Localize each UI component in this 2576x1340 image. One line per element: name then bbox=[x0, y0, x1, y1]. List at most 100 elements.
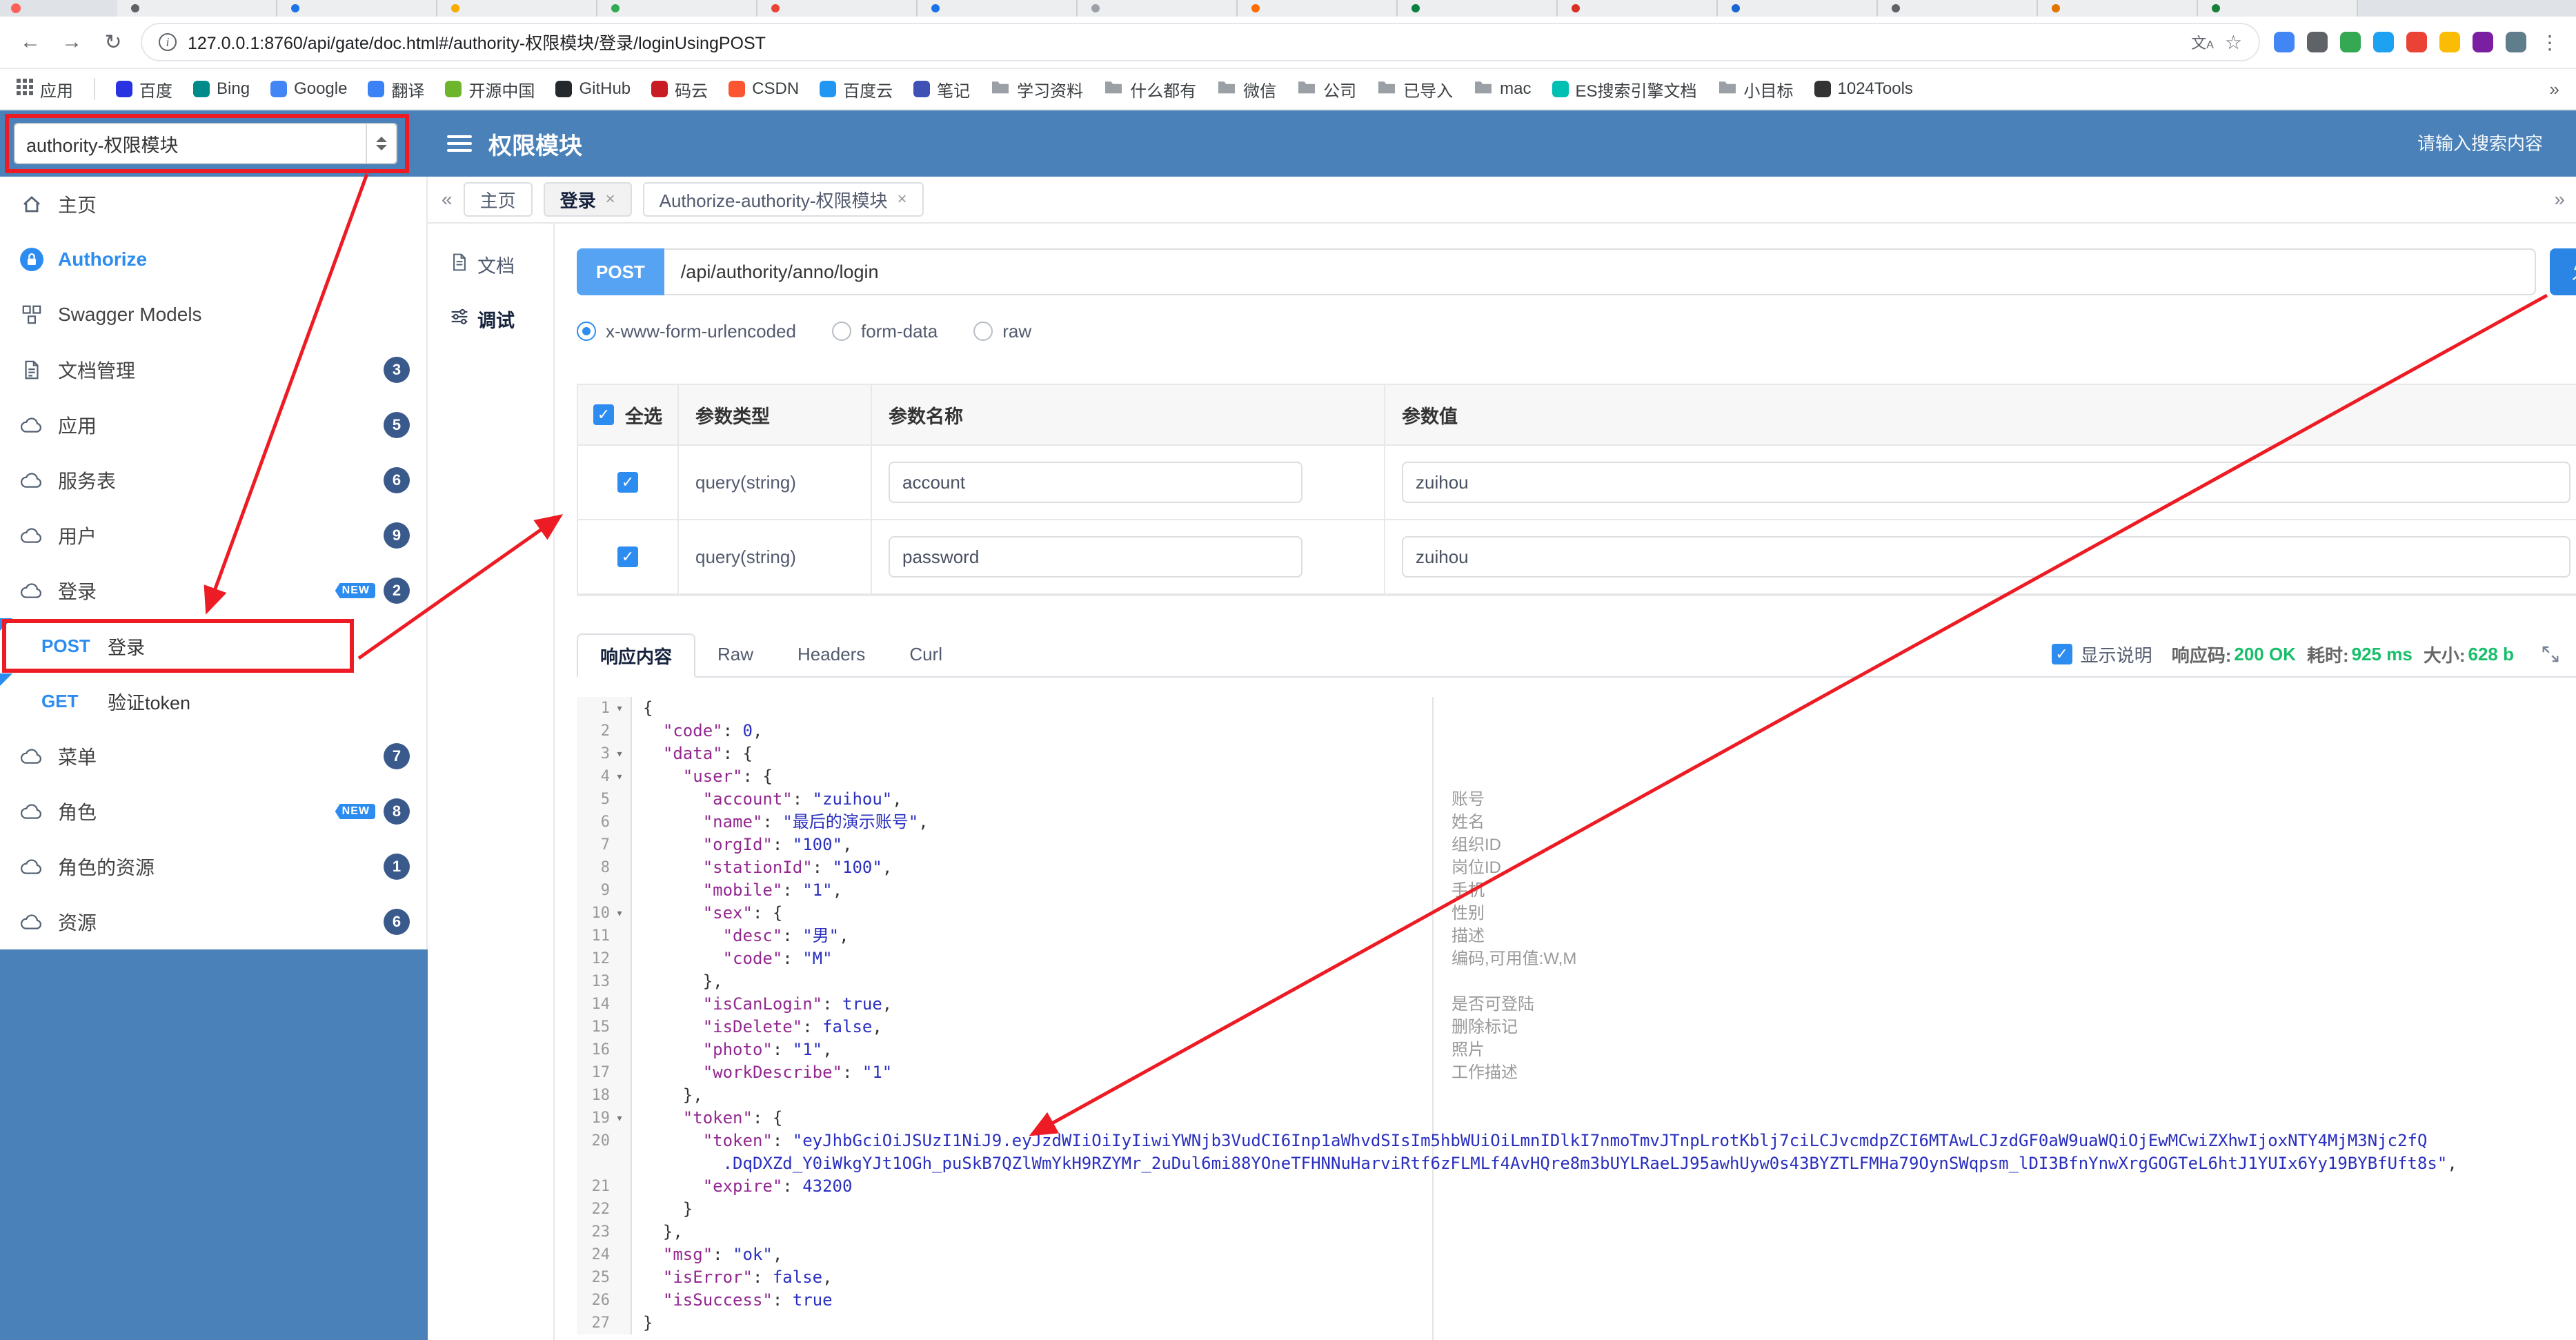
sidebar-item-应用[interactable]: 应用 5 bbox=[0, 397, 426, 453]
param-checkbox[interactable]: ✓ bbox=[617, 546, 638, 567]
param-value-input[interactable] bbox=[1402, 462, 2570, 503]
radio-icon[interactable] bbox=[577, 322, 596, 341]
fold-toggle-icon[interactable]: ▾ bbox=[610, 902, 629, 925]
extension-icon[interactable] bbox=[2373, 32, 2394, 52]
bookmark-item[interactable]: Bing bbox=[193, 79, 250, 99]
sidebar-item-角色[interactable]: 角色 NEW 8 bbox=[0, 784, 426, 839]
bookmark-item[interactable]: 学习资料 bbox=[991, 77, 1083, 101]
response-tab-Headers[interactable]: Headers bbox=[775, 632, 887, 676]
page-tab-登录[interactable]: 登录 × bbox=[543, 182, 632, 217]
extension-icon[interactable] bbox=[2406, 32, 2427, 52]
fullscreen-icon[interactable] bbox=[2542, 645, 2559, 663]
radio-icon[interactable] bbox=[973, 322, 993, 341]
browser-tab[interactable] bbox=[277, 0, 437, 17]
browser-tab[interactable] bbox=[1718, 0, 1878, 17]
browser-tab[interactable] bbox=[2198, 0, 2358, 17]
site-info-icon[interactable]: i bbox=[159, 33, 177, 51]
content-type-radio-raw[interactable]: raw bbox=[973, 321, 1031, 342]
bookmark-item[interactable]: 翻译 bbox=[368, 77, 424, 101]
close-tab-icon[interactable]: × bbox=[606, 190, 615, 209]
bookmark-item[interactable]: 1024Tools bbox=[1814, 79, 1913, 99]
bookmark-item[interactable]: ES搜索引擎文档 bbox=[1552, 77, 1697, 101]
extension-icon[interactable] bbox=[2506, 32, 2526, 52]
sidebar-item-用户[interactable]: 用户 9 bbox=[0, 508, 426, 563]
module-select[interactable]: authority-权限模块 bbox=[14, 123, 397, 164]
send-button[interactable]: 发送 bbox=[2550, 248, 2576, 295]
fold-toggle-icon[interactable]: ▾ bbox=[610, 742, 629, 765]
bookmark-item[interactable]: 开源中国 bbox=[445, 77, 535, 101]
tabs-scroll-left-icon[interactable]: « bbox=[442, 188, 453, 210]
bookmark-item[interactable]: 小目标 bbox=[1718, 77, 1794, 101]
bookmark-item[interactable]: 什么都有 bbox=[1104, 77, 1196, 101]
bookmark-item[interactable]: 码云 bbox=[651, 77, 708, 101]
close-tab-icon[interactable]: × bbox=[898, 190, 907, 209]
doc-nav-文档[interactable]: 文档 bbox=[450, 251, 553, 278]
window-close-icon[interactable] bbox=[11, 3, 21, 13]
extension-icon[interactable] bbox=[2274, 32, 2295, 52]
extension-icon[interactable] bbox=[2340, 32, 2361, 52]
sidebar-item-Authorize[interactable]: Authorize bbox=[0, 232, 426, 287]
browser-tab[interactable] bbox=[757, 0, 918, 17]
browser-tab[interactable] bbox=[1398, 0, 1558, 17]
extension-icon[interactable] bbox=[2473, 32, 2493, 52]
page-tab-主页[interactable]: 主页 bbox=[463, 182, 533, 217]
browser-menu-icon[interactable]: ⋮ bbox=[2540, 31, 2559, 54]
bookmark-item[interactable]: CSDN bbox=[729, 79, 799, 99]
content-type-radio-x-www-form-urlencoded[interactable]: x-www-form-urlencoded bbox=[577, 321, 796, 342]
sidebar-api-item-post[interactable]: POST 登录 bbox=[0, 618, 426, 673]
extension-icon[interactable] bbox=[2439, 32, 2460, 52]
sidebar-item-菜单[interactable]: 菜单 7 bbox=[0, 729, 426, 784]
browser-tab[interactable] bbox=[117, 0, 277, 17]
bookmarks-overflow-icon[interactable]: » bbox=[2550, 79, 2559, 100]
sidebar-item-登录[interactable]: 登录 NEW 2 bbox=[0, 563, 426, 618]
sidebar-item-Swagger Models[interactable]: Swagger Models bbox=[0, 287, 426, 342]
browser-tab[interactable] bbox=[597, 0, 757, 17]
response-tab-Curl[interactable]: Curl bbox=[887, 632, 964, 676]
bookmark-item[interactable]: 百度 bbox=[116, 77, 172, 101]
sidebar-item-文档管理[interactable]: 文档管理 3 bbox=[0, 342, 426, 397]
bookmark-item[interactable]: 已导入 bbox=[1377, 77, 1453, 101]
translate-icon[interactable]: 文A bbox=[2191, 31, 2214, 53]
extension-icon[interactable] bbox=[2307, 32, 2328, 52]
fold-toggle-icon[interactable]: ▾ bbox=[610, 1107, 629, 1130]
show-description-toggle[interactable]: ✓ 显示说明 bbox=[2051, 642, 2152, 667]
page-tab-Authorize-authority-权限模块[interactable]: Authorize-authority-权限模块 × bbox=[642, 182, 924, 217]
bookmark-item[interactable]: 百度云 bbox=[820, 77, 893, 101]
bookmark-item[interactable]: 笔记 bbox=[913, 77, 970, 101]
radio-icon[interactable] bbox=[831, 322, 851, 341]
sidebar-item-角色的资源[interactable]: 角色的资源 1 bbox=[0, 839, 426, 894]
bookmark-item[interactable]: Google bbox=[270, 79, 347, 99]
forward-button[interactable]: → bbox=[58, 30, 86, 54]
response-tab-响应内容[interactable]: 响应内容 bbox=[577, 633, 696, 678]
show-description-checkbox[interactable]: ✓ bbox=[2051, 644, 2072, 664]
param-name-input[interactable] bbox=[889, 462, 1302, 503]
refresh-button[interactable]: ↻ bbox=[99, 30, 127, 55]
bookmark-item[interactable]: 应用 bbox=[17, 77, 73, 101]
fold-toggle-icon[interactable]: ▾ bbox=[610, 697, 629, 720]
browser-tab[interactable] bbox=[1878, 0, 2038, 17]
hamburger-icon[interactable] bbox=[447, 135, 472, 152]
browser-tab[interactable] bbox=[1558, 0, 1718, 17]
select-all-checkbox[interactable]: ✓ bbox=[593, 404, 614, 425]
browser-tab[interactable] bbox=[2038, 0, 2198, 17]
sidebar-item-主页[interactable]: 主页 bbox=[0, 177, 426, 232]
browser-tab[interactable] bbox=[918, 0, 1078, 17]
browser-tab[interactable] bbox=[1078, 0, 1238, 17]
tabs-scroll-right-icon[interactable]: » bbox=[2554, 188, 2565, 210]
sidebar-item-资源[interactable]: 资源 6 bbox=[0, 894, 426, 949]
back-button[interactable]: ← bbox=[17, 30, 44, 54]
bookmark-star-icon[interactable]: ☆ bbox=[2225, 31, 2242, 54]
bookmark-item[interactable]: GitHub bbox=[555, 79, 631, 99]
response-tab-Raw[interactable]: Raw bbox=[695, 632, 775, 676]
sidebar-item-服务表[interactable]: 服务表 6 bbox=[0, 453, 426, 508]
param-checkbox[interactable]: ✓ bbox=[617, 472, 638, 493]
bookmark-item[interactable]: mac bbox=[1474, 79, 1532, 100]
browser-tab[interactable] bbox=[1238, 0, 1398, 17]
doc-nav-调试[interactable]: 调试 bbox=[450, 306, 553, 333]
param-value-input[interactable] bbox=[1402, 536, 2570, 578]
content-type-radio-form-data[interactable]: form-data bbox=[831, 321, 938, 342]
browser-tab[interactable] bbox=[437, 0, 597, 17]
address-bar[interactable]: i 127.0.0.1:8760/api/gate/doc.html#/auth… bbox=[141, 23, 2260, 61]
bookmark-item[interactable]: 微信 bbox=[1217, 77, 1276, 101]
header-search-input[interactable] bbox=[2322, 132, 2543, 155]
